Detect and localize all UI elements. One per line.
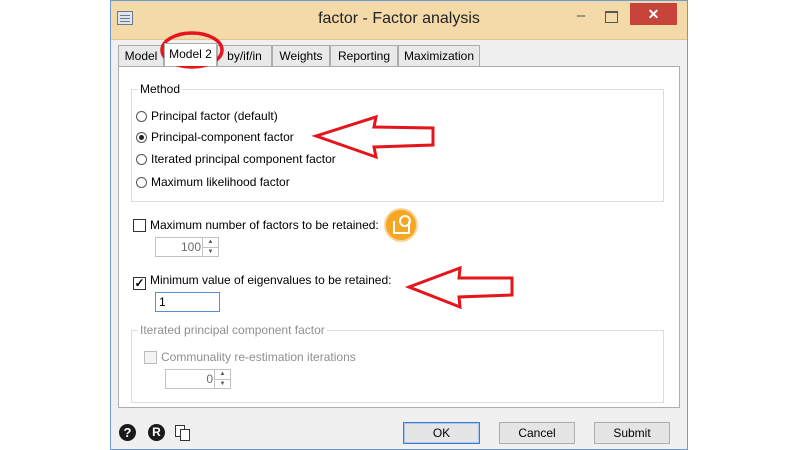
radio-label: Principal factor (default): [151, 109, 278, 123]
submit-button[interactable]: Submit: [594, 422, 670, 444]
spinner-value: 100: [180, 240, 201, 254]
communality-label: Communality re-estimation iterations: [161, 350, 356, 364]
radio-label: Maximum likelihood factor: [151, 175, 290, 189]
ok-button[interactable]: OK: [403, 422, 480, 444]
spin-up-icon[interactable]: ▲: [215, 370, 230, 380]
checkmark-icon: ✓: [133, 276, 146, 290]
checkbox-icon: [144, 351, 157, 364]
tab-maximization[interactable]: Maximization: [398, 45, 480, 66]
radio-principal-factor[interactable]: Principal factor (default): [136, 108, 278, 124]
radio-icon: [136, 111, 147, 122]
radio-icon: [136, 154, 147, 165]
radio-maximum-likelihood[interactable]: Maximum likelihood factor: [136, 174, 290, 190]
spin-down-icon[interactable]: ▼: [203, 248, 218, 257]
minimize-button[interactable]: –: [567, 5, 595, 29]
checkbox-icon: [133, 219, 146, 232]
radio-selected-icon: [136, 132, 147, 143]
communality-spinner[interactable]: 0 ▲ ▼: [165, 369, 231, 389]
max-factors-spinner[interactable]: 100 ▲ ▼: [155, 237, 219, 257]
copy-icon[interactable]: [175, 425, 190, 441]
method-legend: Method: [140, 82, 181, 96]
max-factors-checkbox[interactable]: Maximum number of factors to be retained…: [133, 217, 379, 233]
chart-badge-icon: [386, 210, 416, 240]
communality-checkbox[interactable]: Communality re-estimation iterations: [144, 349, 356, 365]
radio-label: Iterated principal component factor: [151, 152, 336, 166]
min-eigen-label: Minimum value of eigenvalues to be retai…: [150, 273, 392, 287]
spinner-value: 0: [206, 372, 213, 386]
radio-icon: [136, 177, 147, 188]
spin-down-icon[interactable]: ▼: [215, 380, 230, 389]
cancel-button[interactable]: Cancel: [499, 422, 575, 444]
max-factors-label: Maximum number of factors to be retained…: [150, 218, 379, 232]
min-eigen-input[interactable]: 1: [155, 292, 220, 312]
radio-principal-component-factor[interactable]: Principal-component factor: [136, 129, 294, 145]
radio-label: Principal-component factor: [151, 130, 294, 144]
help-icon[interactable]: ?: [119, 424, 136, 441]
iterated-legend: Iterated principal component factor: [140, 323, 325, 337]
tab-model-2[interactable]: Model 2: [164, 43, 217, 66]
min-eigen-checkbox[interactable]: ✓ Minimum value of eigenvalues to be reta…: [133, 272, 392, 290]
tab-model[interactable]: Model: [118, 45, 164, 66]
radio-iterated-principal[interactable]: Iterated principal component factor: [136, 151, 336, 167]
spin-up-icon[interactable]: ▲: [203, 238, 218, 248]
title-bar: factor - Factor analysis – ✕: [111, 1, 687, 40]
tab-by-if-in[interactable]: by/if/in: [217, 45, 272, 66]
tab-reporting[interactable]: Reporting: [330, 45, 398, 66]
tab-weights[interactable]: Weights: [272, 45, 330, 66]
r-icon[interactable]: R: [148, 424, 165, 441]
maximize-button[interactable]: [597, 5, 625, 29]
close-button[interactable]: ✕: [630, 3, 677, 25]
